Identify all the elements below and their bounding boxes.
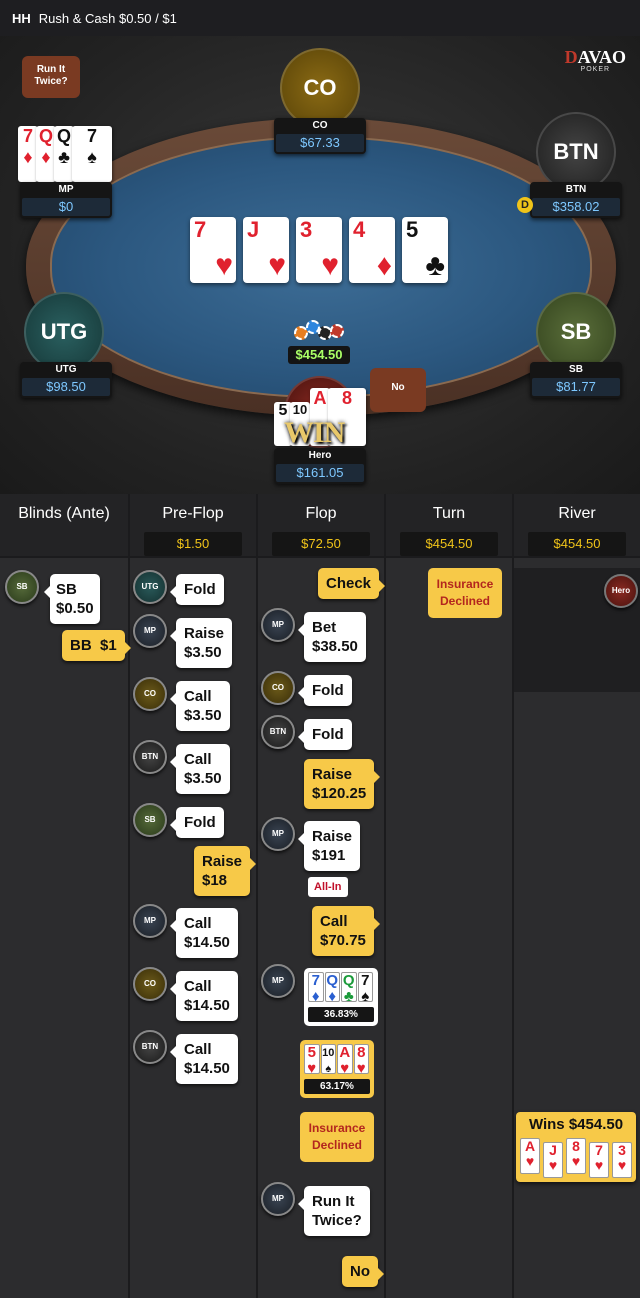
action-mp-raise: Raise $191	[297, 821, 361, 871]
col-turn: Turn $454.50	[386, 494, 512, 558]
divider	[256, 494, 258, 1298]
avatar-btn: BTN	[261, 715, 295, 749]
title-bar: HH Rush & Cash $0.50 / $1	[0, 0, 640, 36]
avatar-sb: SB	[133, 803, 167, 837]
hero-eq-card: 8 ♥	[353, 1044, 369, 1077]
plate-mp: MP $0	[20, 182, 112, 218]
avatar-mp: MP	[261, 1182, 295, 1216]
action-sb-blind: SB $0.50	[44, 574, 100, 624]
hh-label: HH	[12, 10, 31, 26]
win-card: J ♥	[543, 1142, 563, 1178]
win-card: 3 ♥	[612, 1142, 632, 1178]
plate-sb: SB $81.77	[530, 362, 622, 398]
flop-insurance-declined: Insurance Declined	[300, 1112, 374, 1162]
avatar-mp: MP	[261, 964, 295, 998]
action-hero-raise: Raise $120.25	[304, 759, 381, 809]
action-mp-bet: Bet $38.50	[298, 612, 366, 662]
turn-insurance-declined: Insurance Declined	[428, 568, 502, 618]
avatar-mp: MP	[261, 608, 295, 642]
run-it-twice-bubble: Run It Twice?	[22, 56, 80, 98]
all-in-badge: All-In	[308, 877, 348, 897]
avatar-co: CO	[133, 967, 167, 1001]
hand-history: Blinds (Ante) Pre-Flop $1.50 Flop $72.50 T…	[0, 494, 640, 1298]
mp-equity-percent: 36.83%	[308, 1007, 374, 1022]
avatar-hero: Hero	[604, 574, 638, 608]
avatar-btn: BTN	[133, 1030, 167, 1064]
col-flop: Flop $72.50	[258, 494, 384, 558]
mp-card-4: 7 ♠	[72, 126, 112, 182]
no-bubble: No	[370, 368, 426, 412]
davao-logo: DAVAO POKER	[564, 47, 626, 73]
action-btn-fold: Fold	[298, 719, 352, 750]
avatar-sb: SB	[5, 570, 39, 604]
hero-eq-card: A ♥	[337, 1044, 353, 1077]
mp-card-3: Q ♣	[54, 126, 74, 182]
dealer-button: D	[517, 197, 533, 213]
mp-eq-card: Q ♣	[341, 972, 357, 1005]
mp-card-2: Q ♦	[36, 126, 56, 182]
win-banner: WIN	[284, 416, 345, 449]
seat-btn[interactable]: BTN	[536, 112, 616, 192]
mp-card-1: 7 ♦	[18, 126, 38, 182]
board-card-1: 7 ♥	[190, 217, 236, 283]
board-card-4: 4 ♦	[349, 217, 395, 283]
divider	[384, 494, 386, 1298]
river-win-box: Wins $454.50 A ♥ J ♥ 8 ♥ 7 ♥ 3 ♥	[516, 1112, 636, 1182]
avatar-mp: MP	[133, 904, 167, 938]
plate-utg: UTG $98.50	[20, 362, 112, 398]
avatar-btn: BTN	[133, 740, 167, 774]
action-mp-raise: Raise $3.50	[169, 618, 233, 668]
win-card: 8 ♥	[566, 1138, 586, 1174]
action-utg-fold: Fold	[170, 574, 224, 605]
pot-chips-icon	[292, 318, 348, 346]
pot-amount: $454.50	[288, 346, 350, 364]
action-bb-blind: BB $1	[62, 630, 131, 661]
mp-eq-card: 7 ♠	[357, 972, 373, 1005]
mp-equity-box: 7 ♦ Q ♦ Q ♣ 7 ♠ 36.83%	[304, 968, 378, 1026]
hero-equity-box: 5 ♥ 10 ♠ A ♥ 8 ♥ 63.17%	[300, 1040, 374, 1098]
avatar-mp: MP	[261, 817, 295, 851]
plate-hero: Hero $161.05	[274, 448, 366, 484]
hero-eq-card: 5 ♥	[304, 1044, 320, 1077]
avatar-utg: UTG	[133, 570, 167, 604]
hero-eq-card: 10 ♠	[320, 1044, 336, 1075]
avatar-co: CO	[261, 671, 295, 705]
action-co-fold: Fold	[298, 675, 352, 706]
action-hero-check: Check	[318, 568, 386, 599]
hero-equity-percent: 63.17%	[304, 1079, 370, 1094]
action-btn-call: Call $3.50	[170, 744, 230, 794]
action-mp-run-it-twice: Run It Twice?	[298, 1186, 370, 1236]
action-co-call: Call $14.50	[170, 971, 238, 1021]
action-hero-call: Call $70.75	[312, 906, 380, 956]
wins-amount: Wins $454.50	[528, 1116, 624, 1133]
poker-table-area: DAVAO POKER CO CO $67.33 Run It Twice? 7 ♦…	[0, 36, 640, 494]
history-header: Blinds (Ante) Pre-Flop $1.50 Flop $72.50 T…	[0, 494, 640, 558]
plate-co: CO $67.33	[274, 118, 366, 154]
board-card-5: 5 ♣	[402, 217, 448, 283]
avatar-co: CO	[133, 677, 167, 711]
action-btn-call: Call $14.50	[170, 1034, 238, 1084]
seat-co[interactable]: CO	[280, 48, 360, 128]
seat-sb[interactable]: SB	[536, 292, 616, 372]
action-mp-call: Call $14.50	[170, 908, 238, 958]
action-co-call: Call $3.50	[170, 681, 230, 731]
seat-utg[interactable]: UTG	[24, 292, 104, 372]
avatar-mp: MP	[133, 614, 167, 648]
win-card: A ♥	[520, 1138, 540, 1174]
action-hero-raise: Raise $18	[194, 846, 257, 896]
plate-btn: BTN $358.02	[530, 182, 622, 218]
divider	[128, 494, 130, 1298]
game-title: Rush & Cash $0.50 / $1	[38, 10, 177, 26]
mp-eq-card: 7 ♦	[308, 972, 324, 1005]
board-card-3: 3 ♥	[296, 217, 342, 283]
action-sb-fold: Fold	[170, 807, 224, 838]
col-preflop: Pre-Flop $1.50	[130, 494, 256, 558]
mp-eq-card: Q ♦	[324, 972, 340, 1005]
col-river: River $454.50	[514, 494, 640, 558]
col-blinds: Blinds (Ante)	[18, 505, 110, 522]
action-hero-no: No	[342, 1256, 384, 1287]
board-card-2: J ♥	[243, 217, 289, 283]
win-card: 7 ♥	[589, 1142, 609, 1178]
